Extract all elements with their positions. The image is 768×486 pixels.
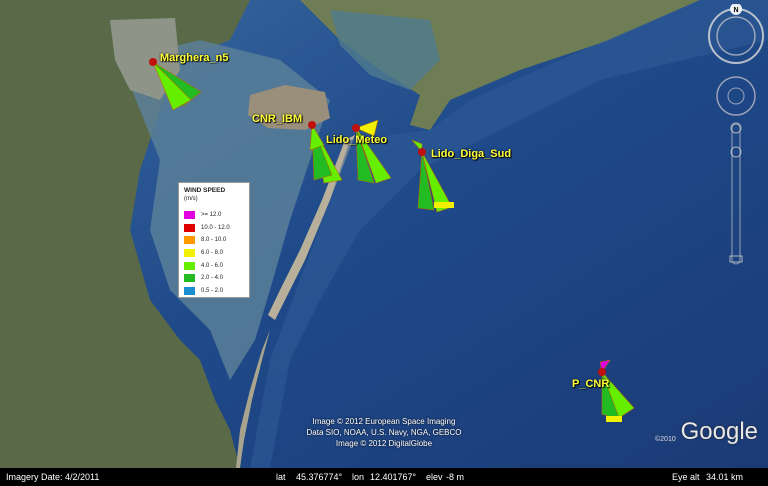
legend-row: 10.0 - 12.0: [184, 222, 230, 235]
station-label-cnr-ibm[interactable]: CNR_IBM: [252, 113, 302, 125]
satellite-map[interactable]: [0, 0, 768, 486]
google-logo: Google: [680, 418, 758, 445]
station-label-p-cnr[interactable]: P_CNR: [572, 378, 609, 390]
elev-label: elev: [426, 472, 443, 482]
legend-swatch: [184, 223, 195, 232]
navigation-controls[interactable]: N: [706, 4, 766, 274]
legend-row: 6.0 - 8.0: [184, 247, 230, 260]
legend-row: >= 12.0: [184, 209, 230, 222]
legend-title: WIND SPEED: [184, 187, 226, 194]
elev-value: -8 m: [446, 472, 464, 482]
status-bar: Imagery Date: 4/2/2011 lat 45.376774° lo…: [0, 468, 768, 486]
eye-alt-value: 34.01 km: [706, 472, 744, 482]
compass-ring[interactable]: N: [708, 4, 764, 64]
lon-label: lon: [352, 472, 365, 482]
zoom-slider[interactable]: [729, 122, 743, 265]
station-label-lido-diga-sud[interactable]: Lido_Diga_Sud: [431, 148, 511, 160]
legend-row: 0.5 - 2.0: [184, 285, 230, 298]
lat-value: 45.376774°: [296, 472, 343, 482]
credit-line: Data SIO, NOAA, U.S. Navy, NGA, GEBCO: [306, 428, 462, 437]
legend-row: 8.0 - 10.0: [184, 234, 230, 247]
credit-line: Image © 2012 DigitalGlobe: [335, 439, 433, 448]
legend-unit: (m/s): [184, 196, 198, 202]
credit-line: Image © 2012 European Space Imaging: [312, 417, 456, 426]
imagery-credits: Image © 2012 European Space Imaging Data…: [0, 416, 768, 449]
legend-label: 6.0 - 8.0: [201, 250, 224, 257]
lon-value: 12.401767°: [370, 472, 417, 482]
legend-swatch: [184, 236, 195, 245]
legend-rows: >= 12.0 10.0 - 12.0 8.0 - 10.0 6.0 - 8.0 4.0…: [184, 209, 230, 297]
imagery-date: Imagery Date: 4/2/2011: [6, 472, 100, 482]
legend-swatch: [184, 249, 195, 258]
legend-swatch: [184, 261, 195, 270]
look-joystick[interactable]: [716, 76, 756, 116]
legend-label: >= 12.0: [201, 212, 222, 219]
station-label-lido-meteo[interactable]: Lido_Meteo: [326, 134, 387, 146]
logo-copyright: ©2010: [655, 436, 676, 443]
legend-swatch: [184, 211, 195, 220]
legend-label: 2.0 - 4.0: [201, 275, 224, 282]
legend-row: 4.0 - 6.0: [184, 259, 230, 272]
legend-label: 8.0 - 10.0: [201, 237, 227, 244]
legend-row: 2.0 - 4.0: [184, 272, 230, 285]
station-label-marghera[interactable]: Marghera_n5: [160, 52, 228, 64]
legend-label: 0.5 - 2.0: [201, 287, 224, 294]
legend-label: 4.0 - 6.0: [201, 262, 224, 269]
legend-swatch: [184, 286, 195, 295]
north-indicator: N: [733, 7, 738, 14]
wind-speed-legend: WIND SPEED (m/s) >= 12.0 10.0 - 12.0 8.0 -…: [178, 182, 250, 298]
legend-swatch: [184, 274, 195, 283]
eye-alt-label: Eye alt: [672, 472, 700, 482]
lat-label: lat: [276, 472, 286, 482]
legend-label: 10.0 - 12.0: [201, 224, 230, 231]
